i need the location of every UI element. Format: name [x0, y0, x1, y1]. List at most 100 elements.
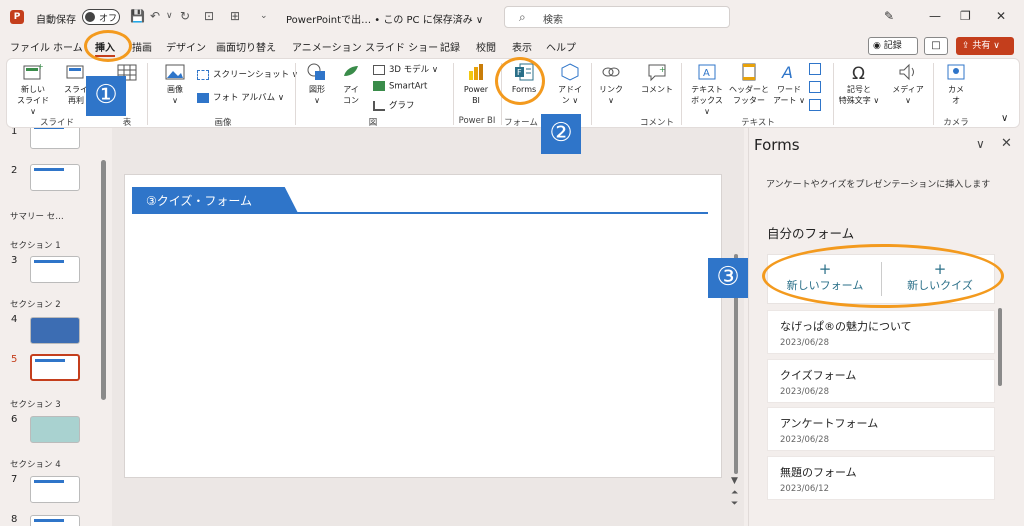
undo-dropdown-icon[interactable]: ∨ [166, 11, 173, 21]
svg-text:A: A [703, 68, 710, 79]
my-forms-heading: 自分のフォーム [767, 226, 855, 241]
icons-button[interactable]: アイ コン [337, 62, 365, 106]
slide-number: 8 [11, 514, 18, 525]
forms-pane-title: Forms [754, 136, 800, 154]
tab-review[interactable]: 校閲 [476, 39, 496, 54]
slide-number: 6 [11, 414, 18, 425]
comment-insert-button[interactable]: + コメント [639, 62, 675, 95]
thumb-header [34, 260, 64, 263]
speaker-icon [899, 63, 914, 81]
pen-icon[interactable]: ✎ [884, 9, 894, 23]
scroll-down-icon[interactable]: ▼ [731, 476, 738, 486]
power-bi-icon [469, 64, 483, 80]
form-list-item[interactable]: 無題のフォーム 2023/06/12 [767, 456, 995, 500]
slide-thumbnail-8[interactable] [30, 515, 80, 526]
addins-button[interactable]: アドイ ン ∨ [553, 62, 587, 106]
chart-label: グラフ [389, 101, 415, 111]
photo-album-button[interactable]: フォト アルバム ∨ [197, 91, 284, 103]
layout-icon[interactable]: ⊞ [230, 9, 240, 23]
close-icon[interactable]: ✕ [1001, 136, 1012, 151]
smartart-button[interactable]: SmartArt [373, 81, 427, 92]
section-2[interactable]: セクション 2 [10, 298, 61, 310]
slide-number: 3 [11, 255, 18, 266]
tab-slideshow[interactable]: スライド ショー [365, 39, 438, 54]
redo-icon[interactable]: ↻ [180, 9, 190, 23]
section-summary[interactable]: サマリー セ… [10, 210, 64, 222]
header-footer-button[interactable]: ヘッダーと フッター [729, 62, 769, 106]
wordart-button[interactable]: A ワード アート ∨ [771, 62, 807, 106]
form-list-item[interactable]: アンケートフォーム 2023/06/28 [767, 407, 995, 451]
shapes-button[interactable]: 図形 ∨ [303, 62, 331, 106]
power-bi-button[interactable]: Power BI [459, 62, 493, 106]
tab-design[interactable]: デザイン [166, 39, 206, 54]
section-4[interactable]: セクション 4 [10, 458, 61, 470]
shapes-label: 図形 ∨ [309, 85, 325, 105]
group-label-powerbi: Power BI [458, 116, 496, 126]
tab-help[interactable]: ヘルプ [546, 39, 576, 54]
form-list-item[interactable]: なげっぱ®の魅力について 2023/06/28 [767, 310, 995, 354]
annotation-ring-new-form [762, 244, 1004, 308]
tab-animations[interactable]: アニメーション [292, 39, 362, 54]
screenshot-button[interactable]: スクリーンショット ∨ [197, 68, 298, 80]
customize-qat-icon[interactable]: ⌄ [260, 11, 268, 21]
maximize-icon[interactable]: ❐ [960, 9, 971, 23]
ribbon-separator [833, 63, 834, 125]
forms-pane-scrollbar[interactable] [998, 308, 1002, 386]
form-list-item[interactable]: クイズフォーム 2023/06/28 [767, 359, 995, 403]
slide-thumbnail-2[interactable] [30, 164, 80, 191]
collapse-ribbon-icon[interactable]: ∨ [1001, 113, 1008, 124]
date-time-icon[interactable] [809, 63, 821, 75]
thumbnail-scrollbar[interactable] [101, 160, 106, 400]
textbox-button[interactable]: A テキスト ボックス ∨ [687, 62, 727, 117]
tab-record[interactable]: 記録 [440, 39, 460, 54]
slide-thumbnail-3[interactable] [30, 256, 80, 283]
slide-thumbnail-4[interactable] [30, 317, 80, 344]
prev-slide-icon[interactable]: ⏶ [731, 488, 738, 498]
chart-button[interactable]: グラフ [373, 99, 415, 111]
smartart-label: SmartArt [389, 81, 428, 92]
image-label: 画像 ∨ [167, 85, 183, 105]
comment-button[interactable]: □ [924, 37, 948, 55]
slide-thumbnail-6[interactable] [30, 416, 80, 443]
share-button[interactable]: ⇪ 共有 ∨ [956, 37, 1014, 55]
minimize-icon[interactable]: — [929, 9, 941, 23]
tab-transitions[interactable]: 画面切り替え [216, 39, 276, 54]
image-icon [165, 64, 185, 80]
save-icon[interactable]: 💾 [130, 9, 145, 23]
tab-draw[interactable]: 描画 [132, 39, 152, 54]
reuse-slides-label: スライ 再利 [64, 85, 88, 105]
present-icon[interactable]: ⊡ [204, 9, 214, 23]
3d-model-button[interactable]: 3D モデル ∨ [373, 63, 438, 75]
tab-file[interactable]: ファイル [10, 39, 50, 54]
slide-number-icon[interactable] [809, 81, 821, 93]
slide-thumbnail-7[interactable] [30, 476, 80, 503]
symbols-button[interactable]: Ω 記号と 特殊文字 ∨ [837, 62, 881, 106]
header-footer-icon [742, 63, 756, 81]
close-window-icon[interactable]: ✕ [996, 9, 1006, 23]
record-button[interactable]: ◉ 記録 [868, 37, 918, 55]
media-button[interactable]: メディア ∨ [891, 62, 925, 106]
group-label-text: テキスト [741, 118, 775, 128]
icons-icon [344, 66, 358, 76]
wordart-label: ワード アート ∨ [773, 85, 805, 105]
3d-model-icon [373, 64, 385, 75]
screenshot-label: スクリーンショット ∨ [213, 70, 298, 80]
slide-title[interactable]: ③クイズ・フォーム [146, 192, 252, 209]
tab-view[interactable]: 表示 [512, 39, 532, 54]
slide-canvas[interactable] [124, 174, 722, 478]
autosave-toggle[interactable]: オフ [82, 9, 120, 25]
new-slide-button[interactable]: + 新しい スライド ∨ [13, 62, 53, 117]
undo-icon[interactable]: ↶ [150, 9, 160, 23]
image-button[interactable]: 画像 ∨ [159, 62, 191, 106]
slide-thumbnail-1[interactable] [30, 128, 80, 149]
slide-thumbnail-5[interactable] [30, 354, 80, 381]
link-button[interactable]: リンク ∨ [595, 62, 627, 106]
section-3[interactable]: セクション 3 [10, 398, 61, 410]
cameo-button[interactable]: カメ オ [941, 62, 971, 106]
section-1[interactable]: セクション 1 [10, 239, 61, 251]
next-slide-icon[interactable]: ⏷ [731, 499, 738, 509]
object-icon[interactable] [809, 99, 821, 111]
search-box[interactable]: ⌕ 検索 [504, 6, 730, 28]
tab-home[interactable]: ホーム [53, 39, 83, 54]
chevron-down-icon[interactable]: ∨ [976, 137, 985, 151]
